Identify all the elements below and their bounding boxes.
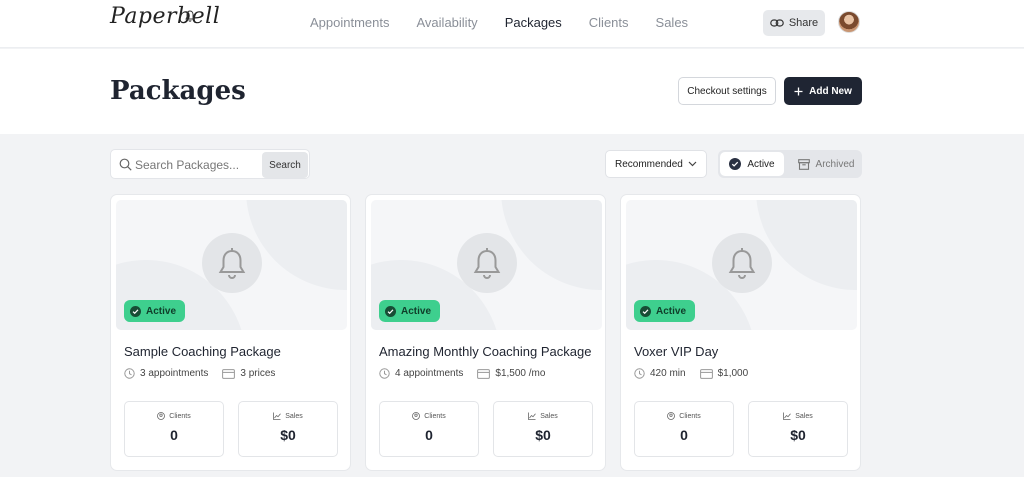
package-meta: 420 min $1,000: [634, 368, 748, 379]
sort-value: Recommended: [615, 158, 683, 170]
sales-stat: Sales $0: [748, 401, 848, 457]
credit-card-icon: [699, 368, 713, 379]
search-icon: [119, 158, 132, 171]
package-title[interactable]: Sample Coaching Package: [124, 344, 281, 359]
package-price: $1,000: [717, 368, 749, 379]
link-icon: [770, 19, 784, 27]
status-badge: Active: [379, 300, 441, 322]
user-avatar[interactable]: [838, 11, 860, 33]
clients-stat: Clients 0: [634, 401, 734, 457]
clients-count: 0: [170, 427, 178, 443]
package-title[interactable]: Voxer VIP Day: [634, 344, 718, 359]
check-circle-icon: [640, 305, 651, 317]
page-header: Packages Checkout settings Add New: [0, 49, 1024, 134]
clients-label: Clients: [169, 412, 191, 420]
status-badge-label: Active: [401, 305, 432, 317]
brand-logo[interactable]: Paperbell: [110, 4, 220, 29]
sort-select[interactable]: Recommended: [605, 150, 707, 178]
package-duration: 4 appointments: [395, 368, 464, 379]
status-badge: Active: [634, 300, 696, 322]
bell-icon: [218, 248, 246, 279]
nav-availability[interactable]: Availability: [417, 15, 478, 30]
sales-label: Sales: [540, 412, 558, 420]
clock-icon: [124, 368, 135, 379]
bell-icon: [473, 248, 501, 279]
sales-amount: $0: [790, 427, 806, 443]
search-button[interactable]: Search: [262, 152, 308, 178]
package-thumbnail: Active: [626, 200, 857, 330]
sales-stat: Sales $0: [493, 401, 593, 457]
status-filter-toggle: Active Archived: [718, 150, 862, 178]
top-navbar: Paperbell Appointments Availability Pack…: [0, 0, 1024, 48]
clients-count: 0: [425, 427, 433, 443]
package-thumbnail: Active: [371, 200, 602, 330]
sales-amount: $0: [535, 427, 551, 443]
package-title[interactable]: Amazing Monthly Coaching Package: [379, 344, 591, 359]
clients-count: 0: [680, 427, 688, 443]
checkout-settings-button[interactable]: Checkout settings: [678, 77, 776, 105]
add-new-button[interactable]: Add New: [784, 77, 862, 105]
clients-label: Clients: [679, 412, 701, 420]
sales-label: Sales: [795, 412, 813, 420]
status-badge-label: Active: [146, 305, 177, 317]
share-button[interactable]: Share: [763, 10, 825, 36]
nav-sales[interactable]: Sales: [656, 15, 689, 30]
package-card[interactable]: Active Amazing Monthly Coaching Package …: [365, 194, 606, 471]
user-icon: [667, 412, 676, 420]
status-badge: Active: [124, 300, 186, 322]
chevron-down-icon: [688, 161, 697, 167]
check-circle-icon: [385, 305, 396, 317]
plus-icon: [794, 87, 803, 95]
clock-icon: [379, 368, 390, 379]
package-duration: 3 appointments: [140, 368, 209, 379]
filter-active-tab[interactable]: Active: [720, 152, 784, 176]
package-meta: 4 appointments $1,500 /mo: [379, 368, 545, 379]
credit-card-icon: [477, 368, 491, 379]
nav-packages[interactable]: Packages: [505, 15, 562, 30]
archive-icon: [797, 158, 810, 170]
bell-icon: [728, 248, 756, 279]
user-icon: [412, 412, 421, 420]
package-card[interactable]: Active Sample Coaching Package 3 appoint…: [110, 194, 351, 471]
credit-card-icon: [222, 368, 236, 379]
sales-stat: Sales $0: [238, 401, 338, 457]
package-duration: 420 min: [650, 368, 686, 379]
package-price: $1,500 /mo: [495, 368, 546, 379]
user-icon: [157, 412, 166, 420]
share-label: Share: [788, 17, 819, 29]
nav-clients[interactable]: Clients: [589, 15, 629, 30]
nav-appointments[interactable]: Appointments: [310, 15, 390, 30]
check-circle-icon: [130, 305, 141, 317]
add-new-label: Add New: [809, 85, 852, 97]
chart-icon: [273, 412, 282, 420]
package-price: 3 prices: [240, 368, 276, 379]
filter-archived-label: Archived: [815, 158, 855, 170]
sales-label: Sales: [285, 412, 303, 420]
package-thumbnail: Active: [116, 200, 347, 330]
status-badge-label: Active: [656, 305, 687, 317]
sales-amount: $0: [280, 427, 296, 443]
chart-icon: [528, 412, 537, 420]
chart-icon: [783, 412, 792, 420]
filter-active-label: Active: [747, 158, 775, 170]
package-meta: 3 appointments 3 prices: [124, 368, 275, 379]
clients-stat: Clients 0: [124, 401, 224, 457]
logo-bell-icon: [185, 10, 195, 22]
page-title: Packages: [110, 76, 246, 106]
search-box: Search: [110, 149, 310, 179]
clock-icon: [634, 368, 645, 379]
search-input[interactable]: [135, 156, 263, 174]
clients-label: Clients: [424, 412, 446, 420]
check-circle-icon: [729, 158, 742, 170]
clients-stat: Clients 0: [379, 401, 479, 457]
package-card[interactable]: Active Voxer VIP Day 420 min $1,000 Clie…: [620, 194, 861, 471]
main-nav: Appointments Availability Packages Clien…: [310, 15, 715, 30]
filter-archived-tab[interactable]: Archived: [792, 152, 860, 176]
